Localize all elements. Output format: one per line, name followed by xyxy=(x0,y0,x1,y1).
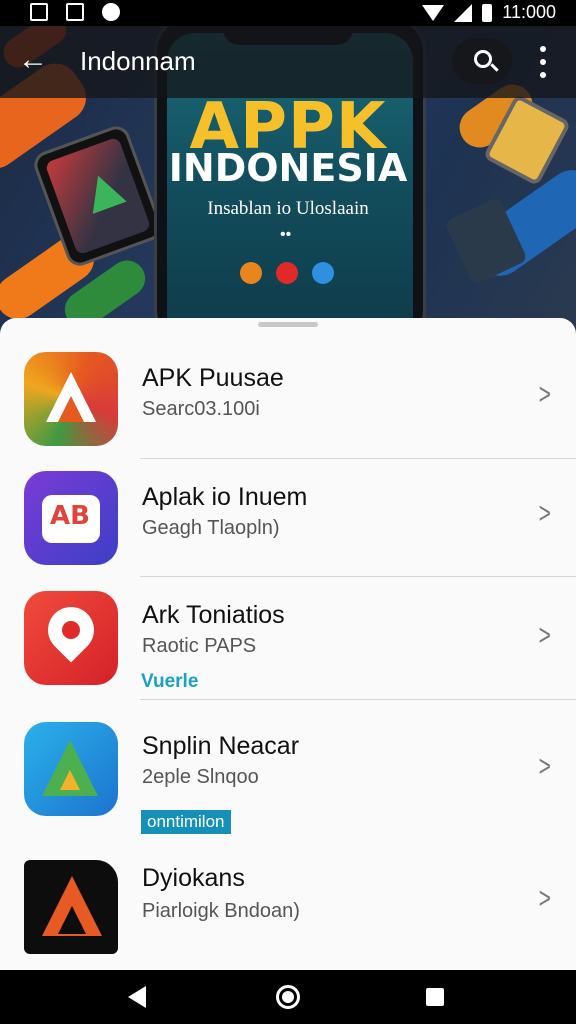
page-title: Indonnam xyxy=(80,46,196,76)
app-subtitle: Piarloigk Bndoan) xyxy=(142,900,300,922)
chevron-right-icon: > xyxy=(538,497,551,530)
chevron-right-icon: > xyxy=(538,750,551,783)
nav-home-icon[interactable] xyxy=(276,985,300,1009)
red-app-icon xyxy=(276,262,298,284)
app-subtitle: Searc03.100i xyxy=(142,398,260,420)
status-bar: 11:000 xyxy=(0,0,576,26)
list-item-3[interactable]: Ark Toniatios Raotic PAPS Vuerle > xyxy=(0,577,576,699)
app-bar: ← Indonnam xyxy=(0,26,576,98)
notification-icon xyxy=(30,3,48,21)
chevron-right-icon: > xyxy=(538,378,551,411)
gallery-icon xyxy=(66,3,84,21)
back-arrow-icon[interactable]: ← xyxy=(18,45,48,76)
dark-triangle-icon xyxy=(24,860,118,954)
app-badge: onntimilon xyxy=(141,810,231,834)
app-list-sheet: APK Puusae Searc03.100i > AB Aplak io In… xyxy=(0,318,576,970)
battery-icon xyxy=(482,3,493,22)
app-card-icon: AB xyxy=(24,471,118,565)
apk-triangle-icon xyxy=(24,352,118,446)
app-name: APK Puusae xyxy=(142,364,284,392)
app-tag: Vuerle xyxy=(141,671,199,692)
nav-back-icon[interactable] xyxy=(128,986,146,1008)
system-nav-bar xyxy=(0,970,576,1024)
app-subtitle: 2eple Slnqoo xyxy=(142,766,259,788)
app-subtitle: Geagh Tlaopln) xyxy=(142,517,280,539)
triangle-logo-icon xyxy=(24,722,118,816)
app-notification-icon xyxy=(102,3,120,21)
hero-subtitle: INDONESIA xyxy=(168,146,408,190)
wifi-icon xyxy=(422,4,445,21)
app-name: Snplin Neacar xyxy=(142,732,300,760)
list-item-4[interactable]: Snplin Neacar 2eple Slnqoo onntimilon > xyxy=(0,700,576,840)
signal-icon xyxy=(454,3,473,22)
list-item-5[interactable]: Dyiokans Piarloigk Bndoan) > xyxy=(0,848,576,970)
nav-recents-icon[interactable] xyxy=(426,988,444,1006)
app-name: Ark Toniatios xyxy=(142,601,285,629)
blue-app-icon xyxy=(312,262,334,284)
app-subtitle: Raotic PAPS xyxy=(142,635,257,657)
list-item-2[interactable]: AB Aplak io Inuem Geagh Tlaopln) > xyxy=(0,459,576,576)
hero-dots: •• xyxy=(280,226,292,243)
list-item-1[interactable]: APK Puusae Searc03.100i > xyxy=(0,334,576,458)
chevron-right-icon: > xyxy=(538,619,551,652)
orange-app-icon xyxy=(240,262,262,284)
search-button[interactable] xyxy=(452,38,512,84)
status-time: 11:000 xyxy=(502,2,556,22)
more-options-icon[interactable] xyxy=(536,44,550,80)
app-name: Dyiokans xyxy=(142,864,245,892)
app-name: Aplak io Inuem xyxy=(142,483,308,511)
chevron-right-icon: > xyxy=(538,882,551,915)
sheet-drag-handle[interactable] xyxy=(258,322,318,327)
hero-tagline: Insablan io Uloslaain xyxy=(207,198,369,219)
map-pin-icon xyxy=(24,591,118,685)
